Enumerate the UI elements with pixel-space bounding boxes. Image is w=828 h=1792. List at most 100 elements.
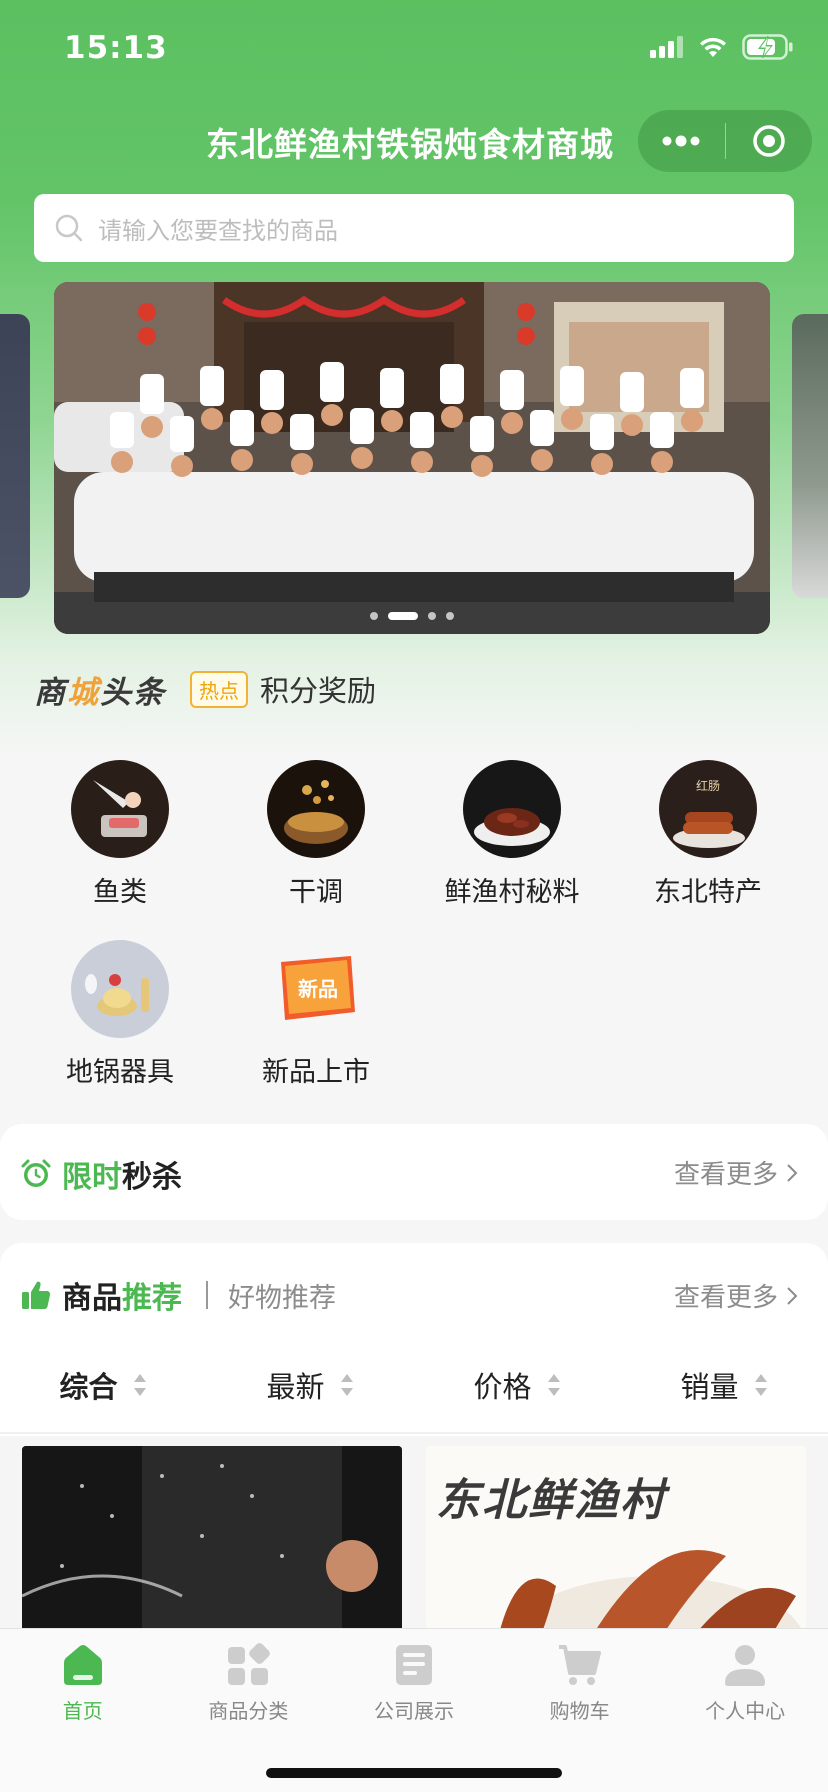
category-label: 新品上市	[262, 1057, 370, 1088]
battery-charging-icon	[742, 34, 793, 60]
status-icons	[650, 34, 794, 60]
sort-comprehensive[interactable]: 综合	[0, 1338, 207, 1432]
tab-home[interactable]: 首页	[0, 1629, 166, 1729]
svg-text:新品: 新品	[298, 977, 338, 1001]
recommend-title-green: 推荐	[122, 1281, 182, 1316]
svg-text:红肠: 红肠	[696, 778, 720, 793]
home-indicator	[266, 1768, 562, 1778]
northeast-specialty-category-icon: 红肠	[659, 760, 757, 858]
sort-label: 价格	[473, 1370, 532, 1404]
tab-label: 个人中心	[705, 1699, 786, 1723]
tab-label: 商品分类	[208, 1699, 289, 1723]
sort-label: 销量	[680, 1370, 739, 1404]
dried-seasoning-category-icon	[267, 760, 365, 858]
category-label: 鲜渔村秘料	[444, 877, 580, 908]
tab-label: 首页	[62, 1699, 103, 1723]
banner-dot[interactable]	[446, 612, 454, 620]
more-label: 查看更多	[673, 1160, 778, 1190]
target-close-icon	[753, 125, 785, 157]
sort-label: 综合	[59, 1370, 118, 1404]
more-label: 查看更多	[673, 1283, 778, 1313]
sort-newest[interactable]: 最新	[207, 1338, 414, 1432]
hot-badge: 热点	[190, 670, 248, 708]
sort-bar: 综合 最新 价格 销量	[0, 1338, 828, 1434]
sort-arrows-icon	[340, 1374, 353, 1396]
status-bar: 15:13	[0, 0, 828, 100]
product-image	[22, 1446, 402, 1646]
cart-icon	[558, 1645, 601, 1685]
tab-company[interactable]: 公司展示	[331, 1629, 497, 1729]
category-dried-seasoning[interactable]: 干调	[236, 760, 396, 909]
banner-photo	[54, 282, 770, 634]
status-time: 15:13	[64, 30, 168, 66]
profile-icon	[725, 1645, 766, 1686]
sort-label: 最新	[266, 1370, 325, 1404]
home-icon	[63, 1645, 102, 1685]
tab-profile[interactable]: 个人中心	[662, 1629, 828, 1729]
recommend-title-black: 商品	[62, 1281, 122, 1316]
recommend-subtitle: 好物推荐	[228, 1282, 336, 1314]
banner-next-peek[interactable]	[792, 314, 828, 598]
recommend-more-link[interactable]: 查看更多	[674, 1277, 798, 1314]
banner-carousel[interactable]	[54, 282, 770, 634]
thumbs-up-icon	[22, 1281, 51, 1309]
product-card[interactable]	[22, 1446, 402, 1646]
tab-cart[interactable]: 购物车	[497, 1629, 663, 1729]
banner-prev-peek[interactable]	[0, 314, 30, 598]
fish-category-icon	[71, 760, 169, 858]
chevron-right-icon	[787, 1163, 798, 1182]
sort-arrows-icon	[754, 1374, 767, 1396]
category-secret-sauce[interactable]: 鲜渔村秘料	[432, 760, 592, 909]
new-products-category-icon: 新品	[267, 940, 365, 1038]
sort-sales[interactable]: 销量	[621, 1338, 828, 1432]
tab-label: 购物车	[549, 1699, 610, 1723]
category-cookware[interactable]: 地锅器具	[40, 940, 200, 1089]
search-placeholder: 请输入您要查找的商品	[98, 216, 338, 245]
product-grid: 东北鲜渔村	[0, 1436, 828, 1646]
banner-dot[interactable]	[428, 612, 436, 620]
category-icon	[228, 1643, 271, 1685]
title-bar: 东北鲜渔村铁锅炖食材商城	[0, 108, 828, 172]
company-icon	[395, 1645, 432, 1685]
sort-price[interactable]: 价格	[414, 1338, 621, 1432]
flash-sale-more-link[interactable]: 查看更多	[674, 1154, 798, 1191]
search-input[interactable]: 请输入您要查找的商品	[34, 194, 794, 262]
category-northeast-specialty[interactable]: 红肠 东北特产	[628, 760, 788, 909]
more-menu-button[interactable]	[638, 110, 725, 172]
banner-pagination	[54, 612, 770, 620]
sort-arrows-icon	[133, 1374, 146, 1396]
mall-headline[interactable]: 商城头条 热点 积分奖励	[34, 664, 376, 714]
product-brand-text: 东北鲜渔村	[436, 1475, 666, 1526]
category-label: 鱼类	[93, 877, 147, 908]
headline-logo: 商城头条	[34, 674, 166, 711]
flash-sale-card: 限时 秒杀 查看更多	[0, 1124, 828, 1220]
category-fish[interactable]: 鱼类	[40, 760, 200, 909]
title-separator	[206, 1281, 208, 1309]
headline-text: 积分奖励	[260, 674, 377, 708]
miniprogram-capsule	[638, 110, 812, 172]
page-title: 东北鲜渔村铁锅炖食材商城	[206, 125, 614, 164]
product-card[interactable]: 东北鲜渔村	[426, 1446, 806, 1646]
banner-dot[interactable]	[370, 612, 378, 620]
category-label: 东北特产	[654, 877, 762, 908]
category-label: 地锅器具	[66, 1057, 174, 1088]
tab-categories[interactable]: 商品分类	[166, 1629, 332, 1729]
cookware-category-icon	[71, 940, 169, 1038]
banner-dot-active[interactable]	[388, 612, 418, 620]
tab-label: 公司展示	[373, 1699, 454, 1723]
more-dots-icon	[662, 135, 700, 147]
category-new-products[interactable]: 新品 新品上市	[236, 940, 396, 1089]
close-miniprogram-button[interactable]	[726, 110, 813, 172]
flash-sale-title: 限时 秒杀	[20, 1152, 182, 1196]
search-icon	[55, 214, 83, 242]
flash-sale-title-black: 秒杀	[122, 1160, 182, 1195]
wifi-icon	[700, 37, 726, 57]
signal-icon	[650, 36, 683, 58]
chevron-right-icon	[787, 1286, 798, 1305]
alarm-clock-icon	[21, 1159, 51, 1187]
bottom-tab-bar: 首页 商品分类 公司展示 购物车 个人中心	[0, 1628, 828, 1792]
category-label: 干调	[289, 877, 343, 908]
page: 15:13 东北鲜渔村铁锅炖食材商城 请输入您要查找的商品 商城头条 热点 积分…	[0, 0, 828, 1792]
recommend-title: 商品 推荐 好物推荐	[20, 1273, 336, 1317]
sort-arrows-icon	[547, 1374, 560, 1396]
